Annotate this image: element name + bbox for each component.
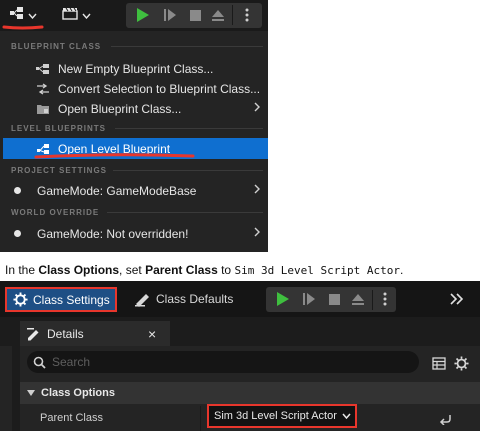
chevron-right-icon bbox=[254, 184, 260, 197]
close-icon[interactable]: × bbox=[148, 326, 156, 342]
chevron-down-icon bbox=[81, 6, 91, 24]
parent-class-value: Sim 3d Level Script Actor bbox=[214, 410, 337, 422]
divider bbox=[107, 212, 263, 213]
overflow-chevron-icon[interactable] bbox=[446, 288, 468, 310]
collapse-arrow-icon bbox=[27, 390, 35, 396]
search-icon bbox=[33, 356, 46, 369]
tab-details-label: Details bbox=[47, 326, 84, 341]
menu-item-gamemode-world[interactable]: GameMode: Not overridden! bbox=[3, 223, 268, 244]
divider bbox=[115, 128, 263, 129]
step-forward-icon[interactable] bbox=[160, 4, 180, 26]
property-name: Parent Class bbox=[40, 412, 103, 424]
table-view-icon[interactable] bbox=[430, 352, 448, 374]
divider bbox=[232, 5, 233, 25]
blueprint-class-icon bbox=[36, 62, 50, 76]
more-options-icon[interactable] bbox=[238, 4, 256, 26]
reset-to-default-icon[interactable] bbox=[436, 408, 454, 430]
instruction-text: In the Class Options, set Parent Class t… bbox=[5, 263, 403, 277]
eject-icon[interactable] bbox=[348, 288, 368, 310]
convert-icon bbox=[36, 82, 50, 96]
step-forward-icon[interactable] bbox=[299, 288, 319, 310]
highlight-underline bbox=[2, 25, 44, 30]
menu-item-label: Convert Selection to Blueprint Class... bbox=[58, 81, 261, 96]
chevron-down-icon bbox=[342, 413, 351, 419]
menu-item-label: GameMode: GameModeBase bbox=[37, 183, 197, 198]
gear-icon bbox=[13, 292, 28, 307]
folder-blueprint-icon bbox=[36, 102, 50, 116]
edit-defaults-icon bbox=[134, 292, 151, 307]
class-settings-label: Class Settings bbox=[33, 292, 110, 307]
instruction-to: to bbox=[217, 263, 235, 277]
bullet-icon bbox=[14, 187, 21, 194]
divider bbox=[113, 170, 263, 171]
section-header-world-override: WORLD OVERRIDE bbox=[11, 208, 100, 217]
left-panel-edge bbox=[0, 346, 12, 431]
eject-icon[interactable] bbox=[208, 4, 228, 26]
divider bbox=[200, 406, 201, 431]
menu-item-label: GameMode: Not overridden! bbox=[37, 226, 189, 241]
menu-item-gamemode-project[interactable]: GameMode: GameModeBase bbox=[3, 180, 268, 201]
instruction-class-options: Class Options bbox=[38, 263, 120, 277]
highlight-underline bbox=[34, 153, 195, 159]
class-defaults-button[interactable]: Class Defaults bbox=[134, 288, 233, 310]
class-settings-button[interactable]: Class Settings bbox=[5, 287, 117, 312]
menu-item-convert-selection[interactable]: Convert Selection to Blueprint Class... bbox=[3, 78, 268, 99]
details-icon bbox=[26, 327, 41, 341]
blueprint-dropdown-menu: BLUEPRINT CLASS New Empty Blueprint Clas… bbox=[3, 31, 268, 252]
tab-details[interactable]: Details × bbox=[20, 321, 170, 346]
blueprint-icon bbox=[9, 6, 25, 25]
menu-item-label: Open Blueprint Class... bbox=[58, 101, 182, 116]
menu-item-new-empty-blueprint-class[interactable]: New Empty Blueprint Class... bbox=[3, 58, 268, 79]
instruction-suffix: . bbox=[400, 263, 404, 277]
clapperboard-icon bbox=[61, 6, 79, 25]
chevron-down-icon bbox=[28, 6, 37, 24]
blueprint-dropdown-button[interactable] bbox=[3, 4, 43, 26]
search-placeholder: Search bbox=[52, 355, 91, 369]
menu-item-label: New Empty Blueprint Class... bbox=[58, 61, 214, 76]
menu-item-open-blueprint-class[interactable]: Open Blueprint Class... bbox=[3, 98, 268, 119]
stop-icon[interactable] bbox=[324, 288, 344, 310]
play-icon[interactable] bbox=[132, 4, 154, 26]
chevron-right-icon bbox=[254, 227, 260, 240]
divider bbox=[111, 46, 263, 47]
instruction-value: Sim 3d Level Script Actor bbox=[234, 264, 401, 277]
settings-gear-icon[interactable] bbox=[452, 352, 470, 374]
category-label: Class Options bbox=[41, 387, 115, 399]
parent-class-dropdown[interactable]: Sim 3d Level Script Actor bbox=[207, 404, 357, 428]
stop-icon[interactable] bbox=[185, 4, 205, 26]
section-header-level-blueprints: LEVEL BLUEPRINTS bbox=[11, 124, 106, 133]
instruction-middle: , set bbox=[119, 263, 146, 277]
chevron-right-icon bbox=[254, 102, 260, 115]
more-options-icon[interactable] bbox=[377, 288, 393, 310]
class-defaults-label: Class Defaults bbox=[156, 292, 234, 306]
search-input[interactable]: Search bbox=[27, 351, 419, 373]
category-class-options[interactable]: Class Options bbox=[20, 382, 480, 404]
cinematics-dropdown-button[interactable] bbox=[58, 4, 94, 26]
section-header-blueprint-class: BLUEPRINT CLASS bbox=[11, 42, 102, 51]
play-icon[interactable] bbox=[272, 288, 294, 310]
instruction-prefix: In the bbox=[5, 263, 39, 277]
level-editor-toolbar bbox=[0, 0, 268, 31]
divider bbox=[372, 290, 373, 310]
instruction-parent-class: Parent Class bbox=[145, 263, 218, 277]
section-header-project-settings: PROJECT SETTINGS bbox=[11, 166, 108, 175]
bullet-icon bbox=[14, 230, 21, 237]
